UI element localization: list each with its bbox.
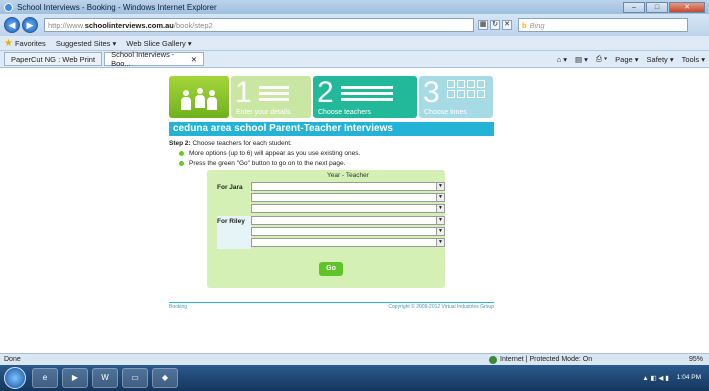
go-button[interactable]: Go — [319, 262, 343, 276]
dropdown-arrow-icon: ▼ — [436, 217, 444, 224]
dropdown-arrow-icon: ▼ — [436, 239, 444, 246]
people-logo-icon — [169, 76, 229, 118]
address-bar: ◀ ▶ http://www. schoolinterviews.com.au/b… — [0, 14, 709, 36]
home-icon[interactable]: ⌂ ▾ — [557, 55, 567, 64]
tray-icons[interactable]: ▲ ◧ ◀ ▮ — [642, 374, 669, 382]
page-menu[interactable]: Page ▾ — [615, 55, 638, 64]
command-bar: ⌂ ▾ ▤ ▾ ⎙ ▾ Page ▾ Safety ▾ Tools ▾ — [549, 54, 709, 64]
student-group-jara: For Jara ▼ ▼ ▼ — [217, 182, 445, 215]
dropdown-arrow-icon: ▼ — [436, 194, 444, 201]
dropdown-arrow-icon: ▼ — [436, 205, 444, 212]
app-icon[interactable]: ◆ — [152, 368, 178, 388]
bing-icon: b — [522, 20, 527, 30]
search-input[interactable]: b Bing — [518, 18, 688, 32]
security-zone: Internet | Protected Mode: On — [489, 355, 639, 364]
instruction-item: More options (up to 6) will appear as yo… — [179, 150, 494, 157]
minimize-button[interactable]: – — [623, 1, 645, 13]
booking-page: 1 Enter your details 2 Choose teachers 3… — [169, 76, 494, 310]
student-label: For Riley — [217, 216, 251, 249]
teacher-select[interactable]: ▼ — [251, 204, 445, 213]
star-icon: ★ — [4, 37, 13, 49]
teacher-form: Year - Teacher For Jara ▼ ▼ ▼ For Riley … — [207, 170, 445, 288]
window-title: School Interviews - Booking - Windows In… — [17, 2, 217, 12]
media-player-icon[interactable]: ▶ — [62, 368, 88, 388]
times-grid-icon — [447, 80, 485, 98]
maximize-button[interactable]: □ — [646, 1, 668, 13]
ie-taskbar-icon[interactable]: e — [32, 368, 58, 388]
page-viewport: 1 Enter your details 2 Choose teachers 3… — [0, 68, 709, 353]
stop-icon[interactable]: ✕ — [502, 20, 512, 30]
steps-banner: 1 Enter your details 2 Choose teachers 3… — [169, 76, 494, 118]
tab-papercut[interactable]: PaperCut NG : Web Print — [4, 52, 103, 66]
dropdown-arrow-icon: ▼ — [436, 228, 444, 235]
suggested-sites-button[interactable]: Suggested Sites ▾ — [56, 39, 116, 48]
tools-menu[interactable]: Tools ▾ — [682, 55, 705, 64]
school-heading: ceduna area school Parent-Teacher Interv… — [169, 122, 494, 136]
step-2-choose-teachers[interactable]: 2 Choose teachers — [313, 76, 417, 118]
close-button[interactable]: ✕ — [669, 1, 705, 13]
forward-icon[interactable]: ▶ — [22, 17, 38, 33]
step-3-choose-times[interactable]: 3 Choose times — [419, 76, 493, 118]
instruction-item: Press the green "Go" button to go on to … — [179, 160, 494, 167]
compat-view-icon[interactable]: ▦ — [478, 20, 488, 30]
system-tray: ▲ ◧ ◀ ▮ 1:04 PM — [642, 374, 709, 382]
print-icon[interactable]: ⎙ ▾ — [596, 54, 607, 64]
student-group-riley: For Riley ▼ ▼ ▼ — [217, 216, 445, 249]
teacher-select[interactable]: ▼ — [251, 227, 445, 236]
refresh-icon[interactable]: ↻ — [490, 20, 500, 30]
zoom-level[interactable]: 95% — [639, 356, 709, 363]
status-text: Done — [4, 356, 21, 363]
footer-booking-link[interactable]: Booking — [169, 304, 187, 310]
tab-school-interviews[interactable]: School Interviews - Boo... ✕ — [104, 50, 205, 68]
ie-icon — [4, 2, 13, 12]
teachers-icon — [341, 86, 393, 104]
url-field[interactable]: http://www. schoolinterviews.com.au/book/… — [44, 18, 474, 32]
favorites-bar: ★ Favorites Suggested Sites ▾ Web Slice G… — [0, 36, 709, 51]
window-titlebar: School Interviews - Booking - Windows In… — [0, 0, 709, 14]
column-header: Year - Teacher — [327, 172, 369, 179]
start-button[interactable] — [4, 367, 26, 389]
windows-taskbar: e ▶ W ▭ ◆ ▲ ◧ ◀ ▮ 1:04 PM — [0, 365, 709, 391]
bullet-icon — [179, 161, 184, 166]
back-icon[interactable]: ◀ — [4, 17, 20, 33]
feeds-icon[interactable]: ▤ ▾ — [575, 55, 588, 64]
word-icon[interactable]: W — [92, 368, 118, 388]
teacher-select[interactable]: ▼ — [251, 193, 445, 202]
web-slice-gallery-button[interactable]: Web Slice Gallery ▾ — [126, 39, 191, 48]
page-footer: Booking Copyright © 2009-2012 Virtual In… — [169, 302, 494, 310]
close-tab-icon[interactable]: ✕ — [191, 55, 197, 64]
favorites-button[interactable]: ★ Favorites — [4, 38, 46, 49]
status-bar: Done Internet | Protected Mode: On 95% — [0, 353, 709, 365]
instruction-list: More options (up to 6) will appear as yo… — [169, 150, 494, 167]
student-label: For Jara — [217, 182, 251, 215]
step-instructions: Step 2: Choose teachers for each student… — [169, 140, 292, 147]
clock[interactable]: 1:04 PM — [677, 374, 701, 382]
teacher-select[interactable]: ▼ — [251, 182, 445, 191]
step-1-enter-details[interactable]: 1 Enter your details — [231, 76, 311, 118]
details-icon — [259, 86, 289, 104]
bullet-icon — [179, 151, 184, 156]
folder-icon[interactable]: ▭ — [122, 368, 148, 388]
dropdown-arrow-icon: ▼ — [436, 183, 444, 190]
teacher-select[interactable]: ▼ — [251, 238, 445, 247]
footer-copyright: Copyright © 2009-2012 Virtual Industries… — [388, 304, 494, 310]
safety-menu[interactable]: Safety ▾ — [647, 55, 674, 64]
teacher-select[interactable]: ▼ — [251, 216, 445, 225]
tab-bar: PaperCut NG : Web Print School Interview… — [0, 50, 709, 68]
globe-icon — [489, 355, 497, 364]
